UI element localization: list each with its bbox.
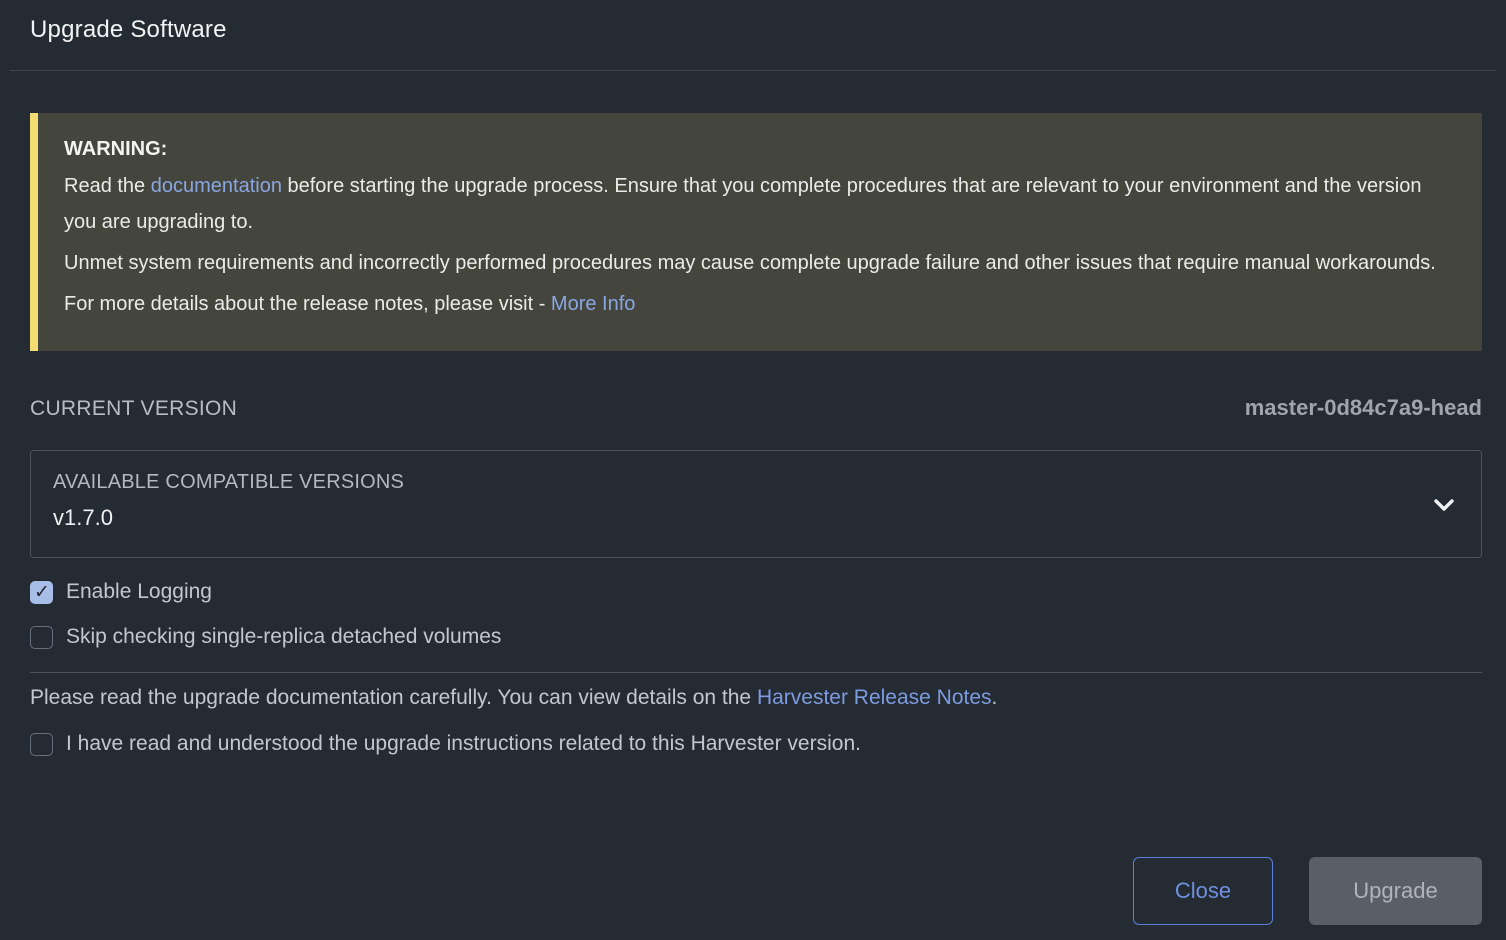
dialog-header: Upgrade Software — [0, 0, 1506, 44]
current-version-label: CURRENT VERSION — [30, 397, 237, 421]
close-button[interactable]: Close — [1133, 857, 1273, 925]
enable-logging-label: Enable Logging — [66, 580, 212, 604]
page-title: Upgrade Software — [30, 16, 1476, 44]
enable-logging-checkbox-row[interactable]: Enable Logging — [30, 580, 1506, 604]
skip-single-replica-checkbox[interactable] — [30, 626, 53, 649]
warning-p3-text-pre: For more details about the release notes… — [64, 293, 551, 315]
skip-single-replica-checkbox-row[interactable]: Skip checking single-replica detached vo… — [30, 625, 1506, 649]
warning-paragraph-2: Unmet system requirements and incorrectl… — [64, 245, 1454, 281]
read-confirm-checkbox-row[interactable]: I have read and understood the upgrade i… — [30, 732, 1506, 756]
enable-logging-checkbox[interactable] — [30, 581, 53, 604]
section-divider — [30, 672, 1482, 673]
skip-single-replica-label: Skip checking single-replica detached vo… — [66, 625, 501, 649]
read-confirm-checkbox[interactable] — [30, 733, 53, 756]
release-note-text-post: . — [992, 686, 998, 709]
documentation-link[interactable]: documentation — [151, 175, 282, 197]
dialog-footer: Close Upgrade — [1133, 857, 1482, 925]
warning-banner: WARNING: Read the documentation before s… — [30, 113, 1482, 351]
current-version-value: master-0d84c7a9-head — [1245, 395, 1482, 421]
upgrade-button[interactable]: Upgrade — [1309, 857, 1482, 925]
header-divider — [10, 70, 1496, 71]
upgrade-software-dialog: Upgrade Software WARNING: Read the docum… — [0, 0, 1506, 940]
more-info-link[interactable]: More Info — [551, 293, 635, 315]
warning-p1-text-pre: Read the — [64, 175, 151, 197]
release-note-text-pre: Please read the upgrade documentation ca… — [30, 686, 757, 709]
selected-version-value: v1.7.0 — [53, 505, 1457, 531]
harvester-release-notes-link[interactable]: Harvester Release Notes — [757, 686, 992, 709]
warning-paragraph-3: For more details about the release notes… — [64, 286, 1454, 322]
current-version-row: CURRENT VERSION master-0d84c7a9-head — [30, 395, 1482, 421]
read-confirm-label: I have read and understood the upgrade i… — [66, 732, 861, 756]
warning-paragraph-1: Read the documentation before starting t… — [64, 168, 1454, 240]
warning-heading: WARNING: — [64, 138, 1454, 161]
release-note-text: Please read the upgrade documentation ca… — [30, 686, 1482, 710]
chevron-down-icon — [1434, 498, 1454, 512]
available-versions-label: AVAILABLE COMPATIBLE VERSIONS — [53, 471, 1457, 494]
available-versions-select[interactable]: AVAILABLE COMPATIBLE VERSIONS v1.7.0 — [30, 450, 1482, 558]
